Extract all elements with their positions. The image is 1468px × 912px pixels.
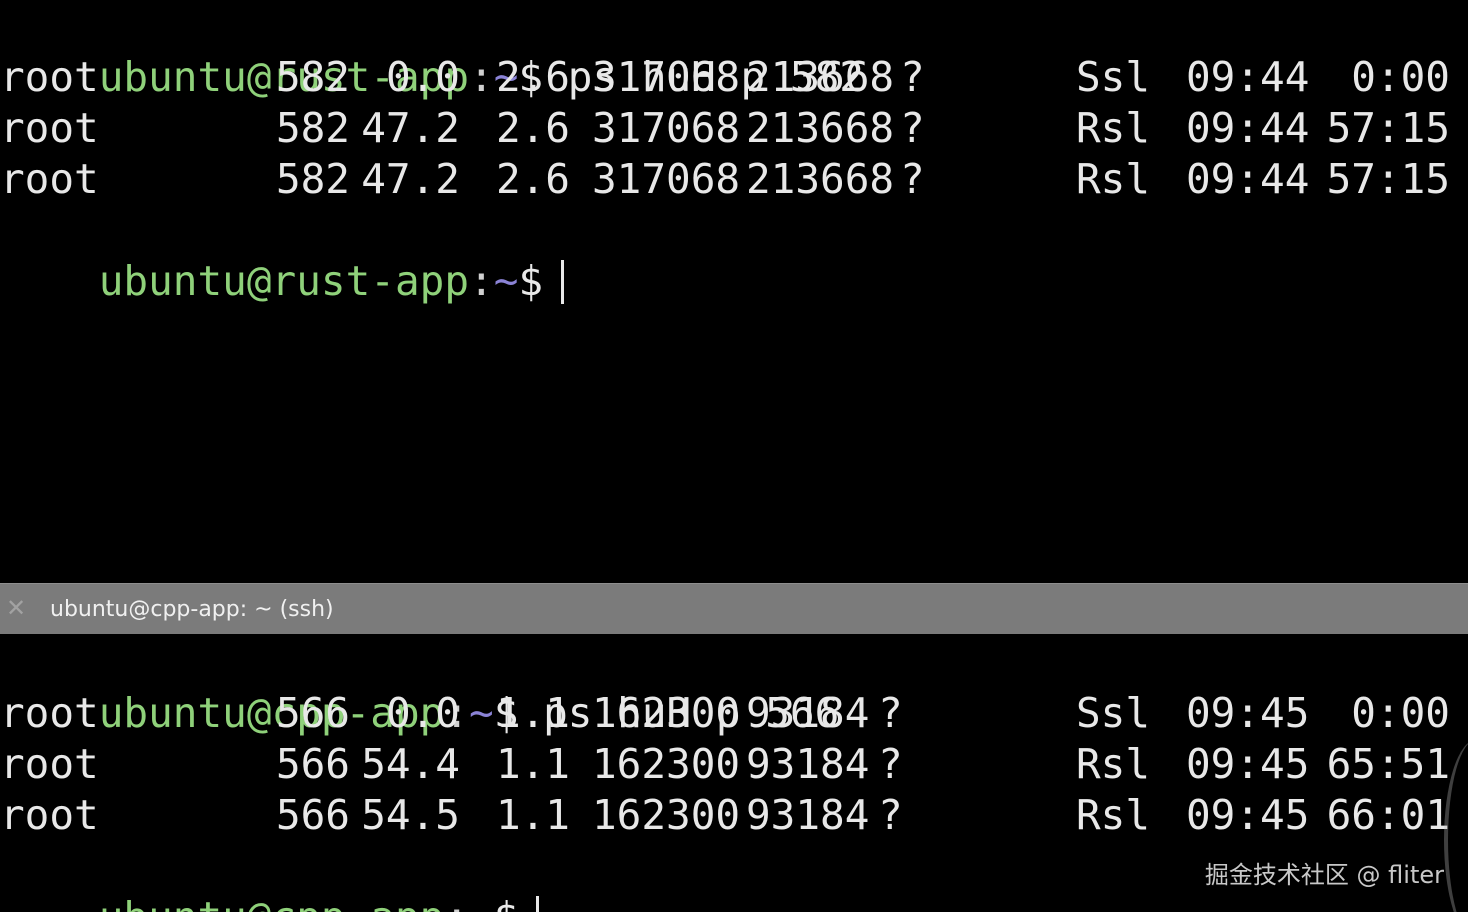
prompt-dollar: $ bbox=[518, 257, 544, 305]
col-tty: ? bbox=[900, 53, 925, 101]
col-vsz: 317068 bbox=[592, 53, 741, 101]
output-row: root 582 47.2 2.6 317068 213668 ? Rsl 09… bbox=[0, 154, 1468, 205]
col-rss: 213668 bbox=[746, 53, 895, 101]
prompt-line[interactable]: ubuntu@cpp-app:~$ bbox=[0, 841, 540, 912]
tab-title[interactable]: ubuntu@cpp-app: ~ (ssh) bbox=[50, 584, 334, 635]
col-time: 57:15 bbox=[1326, 104, 1450, 152]
col-pid: 566 bbox=[275, 791, 350, 839]
col-pid: 582 bbox=[275, 53, 350, 101]
col-pid: 566 bbox=[275, 689, 350, 737]
col-cpu: 54.5 bbox=[361, 791, 460, 839]
col-start: 09:45 bbox=[1186, 740, 1310, 788]
col-pid: 582 bbox=[275, 155, 350, 203]
output-row: root 566 0.0 1.1 162300 93184 ? Ssl 09:4… bbox=[0, 688, 1468, 739]
col-stat: Rsl bbox=[1076, 155, 1151, 203]
col-pid: 566 bbox=[275, 740, 350, 788]
col-start: 09:45 bbox=[1186, 689, 1310, 737]
col-user: root bbox=[0, 104, 99, 152]
col-rss: 213668 bbox=[746, 104, 895, 152]
col-start: 09:44 bbox=[1186, 155, 1310, 203]
col-mem: 2.6 bbox=[495, 53, 570, 101]
col-time: 66:01 bbox=[1326, 791, 1450, 839]
col-tty: ? bbox=[878, 740, 903, 788]
col-time: 0:00 bbox=[1351, 53, 1450, 101]
prompt-colon: : bbox=[444, 893, 469, 912]
col-tty: ? bbox=[900, 155, 925, 203]
col-time: 65:51 bbox=[1326, 740, 1450, 788]
command-line: ubuntu@cpp-app:~$ ps huH p 566 bbox=[0, 637, 840, 737]
close-icon[interactable]: ✕ bbox=[4, 596, 28, 620]
col-start: 09:45 bbox=[1186, 791, 1310, 839]
col-vsz: 317068 bbox=[592, 104, 741, 152]
col-vsz: 162300 bbox=[592, 791, 741, 839]
prompt-user: ubuntu@rust-app bbox=[98, 257, 470, 305]
col-tty: ? bbox=[900, 104, 925, 152]
prompt-colon: : bbox=[469, 257, 494, 305]
col-rss: 93184 bbox=[746, 740, 870, 788]
col-cpu: 47.2 bbox=[361, 104, 460, 152]
col-start: 09:44 bbox=[1186, 53, 1310, 101]
col-tty: ? bbox=[878, 791, 903, 839]
col-stat: Rsl bbox=[1076, 740, 1151, 788]
col-vsz: 317068 bbox=[592, 155, 741, 203]
output-row: root 566 54.5 1.1 162300 93184 ? Rsl 09:… bbox=[0, 790, 1468, 841]
col-mem: 2.6 bbox=[495, 104, 570, 152]
col-cpu: 0.0 bbox=[385, 689, 460, 737]
text-cursor bbox=[536, 896, 540, 912]
col-start: 09:44 bbox=[1186, 104, 1310, 152]
col-cpu: 0.0 bbox=[385, 53, 460, 101]
watermark: 掘金技术社区 @ fliter bbox=[1204, 861, 1444, 889]
prompt-cwd: ~ bbox=[493, 257, 519, 305]
col-user: root bbox=[0, 53, 99, 101]
tab-bar: ✕ ubuntu@cpp-app: ~ (ssh) bbox=[0, 583, 1468, 634]
col-stat: Ssl bbox=[1076, 53, 1151, 101]
col-mem: 2.6 bbox=[495, 155, 570, 203]
output-row: root 582 0.0 2.6 317068 213668 ? Ssl 09:… bbox=[0, 52, 1468, 103]
col-vsz: 162300 bbox=[592, 689, 741, 737]
col-cpu: 54.4 bbox=[361, 740, 460, 788]
col-user: root bbox=[0, 689, 99, 737]
col-time: 0:00 bbox=[1351, 689, 1450, 737]
col-stat: Ssl bbox=[1076, 689, 1151, 737]
prompt-dollar: $ bbox=[494, 893, 519, 912]
output-row: root 582 47.2 2.6 317068 213668 ? Rsl 09… bbox=[0, 103, 1468, 154]
col-pid: 582 bbox=[275, 104, 350, 152]
command-line: ubuntu@rust-app:~$ ps huH p 582 bbox=[0, 1, 864, 101]
text-cursor bbox=[561, 260, 565, 304]
col-mem: 1.1 bbox=[495, 689, 570, 737]
output-row: root 566 54.4 1.1 162300 93184 ? Rsl 09:… bbox=[0, 739, 1468, 790]
prompt-line[interactable]: ubuntu@rust-app:~$ bbox=[0, 205, 565, 305]
col-tty: ? bbox=[878, 689, 903, 737]
col-user: root bbox=[0, 740, 99, 788]
col-time: 57:15 bbox=[1326, 155, 1450, 203]
terminal-pane-rust-app[interactable]: ubuntu@rust-app:~$ ps huH p 582 root 582… bbox=[0, 0, 1468, 583]
col-user: root bbox=[0, 791, 99, 839]
prompt-cwd: ~ bbox=[469, 893, 494, 912]
col-stat: Rsl bbox=[1076, 791, 1151, 839]
col-rss: 93184 bbox=[746, 791, 870, 839]
col-mem: 1.1 bbox=[495, 791, 570, 839]
col-stat: Rsl bbox=[1076, 104, 1151, 152]
col-user: root bbox=[0, 155, 99, 203]
col-mem: 1.1 bbox=[495, 740, 570, 788]
col-vsz: 162300 bbox=[592, 740, 741, 788]
col-cpu: 47.2 bbox=[361, 155, 460, 203]
col-rss: 93184 bbox=[746, 689, 870, 737]
prompt-user: ubuntu@cpp-app bbox=[99, 893, 445, 912]
col-rss: 213668 bbox=[746, 155, 895, 203]
